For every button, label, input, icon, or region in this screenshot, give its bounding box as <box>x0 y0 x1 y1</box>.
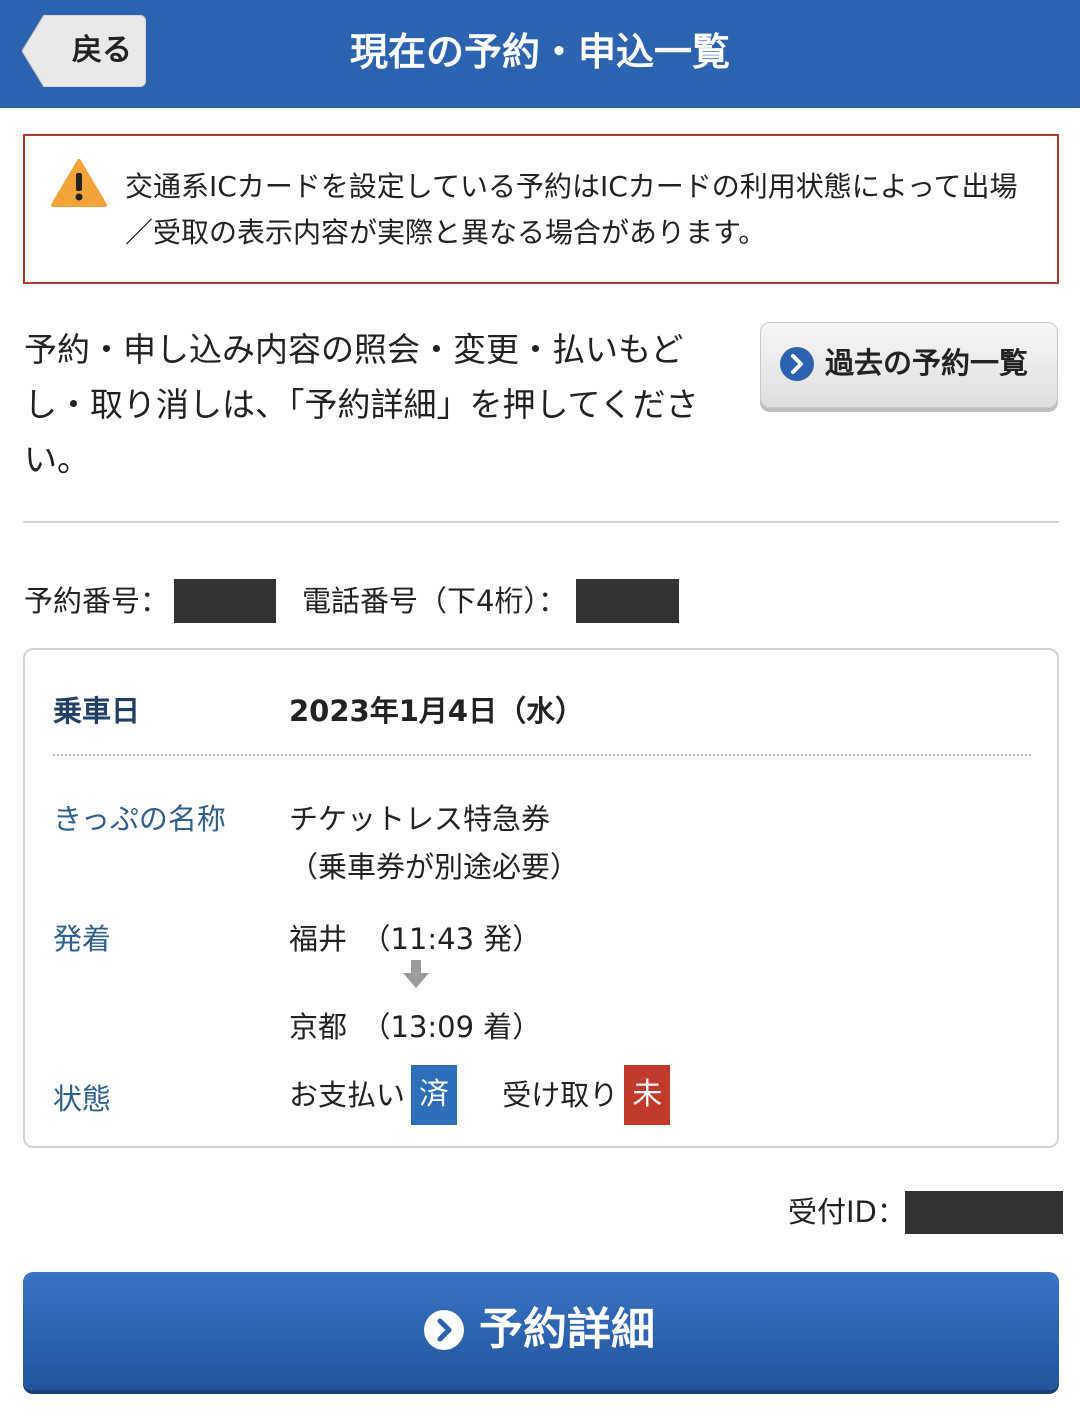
back-button-label: 戻る <box>72 33 132 68</box>
page-title: 現在の予約・申込一覧 <box>349 30 730 74</box>
receipt-id-redacted <box>905 1191 1063 1234</box>
section-divider <box>23 521 1059 523</box>
status-row: お支払い済 受け取り未 <box>289 1062 671 1125</box>
chevron-right-circle-icon <box>780 347 814 381</box>
chevron-right-circle-icon <box>424 1310 464 1350</box>
receipt-id: 受付ID： <box>788 1190 906 1234</box>
pickup-label: 受け取り <box>502 1078 619 1112</box>
notice-text: 交通系ICカードを設定している予約はICカードの利用状態によって出場／受取の表示… <box>125 170 1018 249</box>
instruction-text: 予約・申し込み内容の照会・変更・払いもどし・取り消しは、「予約詳細」を押してくだ… <box>24 330 699 479</box>
past-reservations-button[interactable]: 過去の予約一覧 <box>760 322 1058 408</box>
receipt-id-label: 受付ID： <box>788 1195 906 1229</box>
card-divider <box>53 754 1031 756</box>
phone-number-redacted <box>576 579 679 623</box>
warning-icon <box>51 159 107 207</box>
pickup-status-badge: 未 <box>624 1065 671 1125</box>
ic-card-notice: 交通系ICカードを設定している予約はICカードの利用状態によって出場／受取の表示… <box>23 134 1059 284</box>
app-header: 戻る 現在の予約・申込一覧 <box>0 0 1080 108</box>
back-button[interactable]: 戻る <box>22 15 146 87</box>
status-label: 状態 <box>53 1082 112 1116</box>
ticket-name-note: （乗車券が別途必要） <box>289 850 580 884</box>
departure-value: 福井 （11:43 発） <box>289 922 542 956</box>
arrival-value: 京都 （13:09 着） <box>289 1010 542 1044</box>
route-label: 発着 <box>53 922 112 956</box>
past-reservations-label: 過去の予約一覧 <box>825 346 1029 380</box>
reservation-detail-button[interactable]: 予約詳細 <box>23 1272 1059 1390</box>
phone-number-label: 電話番号（下4桁）： <box>302 584 567 618</box>
reservation-number-redacted <box>174 579 276 623</box>
reservation-card: 乗車日 2023年1月4日（水） きっぷの名称 チケットレス特急券 （乗車券が別… <box>23 648 1059 1148</box>
arrow-down-icon <box>403 960 429 988</box>
ride-date-value: 2023年1月4日（水） <box>289 694 585 728</box>
ride-date-label: 乗車日 <box>53 694 141 728</box>
payment-status-badge: 済 <box>411 1065 458 1125</box>
reservation-detail-label: 予約詳細 <box>479 1304 655 1355</box>
payment-label: お支払い <box>289 1078 406 1112</box>
ticket-name-value: チケットレス特急券 <box>289 802 551 836</box>
reservation-number-label: 予約番号： <box>24 584 170 618</box>
ticket-name-label: きっぷの名称 <box>53 802 226 836</box>
